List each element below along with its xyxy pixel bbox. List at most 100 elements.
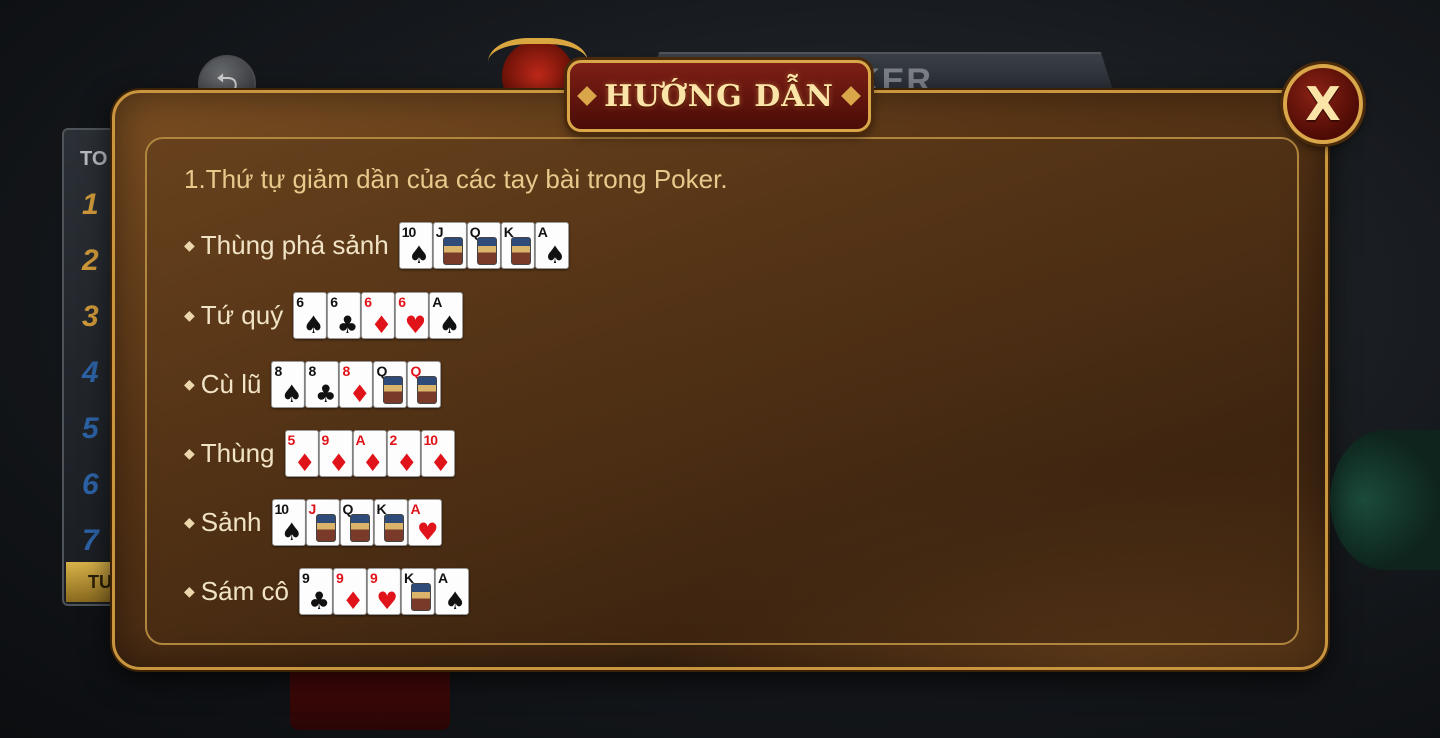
card-rank: A <box>537 224 548 240</box>
playing-card: K <box>500 222 535 269</box>
hand-name: Thùng <box>200 438 275 468</box>
face-card-figure-icon <box>349 514 370 542</box>
playing-card: 9 ♦ <box>332 568 367 615</box>
leaderboard-rank: 5 <box>82 412 99 445</box>
playing-card: 6 ♣ <box>327 292 362 339</box>
bullet-icon: ◆ <box>184 307 195 323</box>
hand-row: ◆ Thùng phá sảnh 10 ♠ J Q K A ♠ <box>184 222 569 269</box>
close-button[interactable]: X <box>1283 64 1363 144</box>
card-suit-icon: ♦ <box>348 380 371 408</box>
card-rank: 8 <box>342 363 350 379</box>
card-group: 9 ♣ 9 ♦ 9 ♥ K A ♠ <box>298 568 469 615</box>
hand-name: Thùng phá sảnh <box>200 230 389 260</box>
bullet-icon: ◆ <box>184 376 195 392</box>
leaderboard-rank: 3 <box>82 300 99 333</box>
playing-card: A ♠ <box>534 222 569 269</box>
playing-card: A ♠ <box>434 568 469 615</box>
hand-row: ◆ Sảnh 10 ♠ J Q K A ♥ <box>184 499 442 546</box>
card-rank: A <box>410 501 421 517</box>
card-rank: 10 <box>401 224 417 240</box>
card-suit-icon: ♠ <box>438 311 461 339</box>
hand-name: Sám cô <box>200 576 289 606</box>
playing-card: 9 ♦ <box>318 430 353 477</box>
leaderboard-rank: 2 <box>82 244 99 277</box>
card-suit-icon: ♦ <box>430 449 452 477</box>
playing-card: Q <box>407 361 442 408</box>
leaderboard-header: TO <box>80 148 108 170</box>
card-rank: 8 <box>308 363 316 379</box>
playing-card: 6 ♠ <box>293 292 328 339</box>
playing-card: Q <box>373 361 408 408</box>
card-suit-icon: ♥ <box>404 311 427 339</box>
face-card-figure-icon <box>410 583 431 611</box>
intro-text: 1.Thứ tự giảm dần của các tay bài trong … <box>184 164 728 194</box>
card-suit-icon: ♠ <box>302 311 325 339</box>
card-rank: A <box>437 570 448 586</box>
card-rank: 9 <box>321 432 330 448</box>
card-group: 10 ♠ J Q K A ♠ <box>398 222 569 269</box>
playing-card: J <box>432 222 467 269</box>
face-card-figure-icon <box>442 237 463 265</box>
face-card-figure-icon <box>315 514 336 542</box>
hand-row: ◆ Cù lũ 8 ♠ 8 ♣ 8 ♦ Q Q <box>184 361 442 408</box>
card-suit-icon: ♠ <box>280 380 303 408</box>
hand-name: Cù lũ <box>200 369 262 399</box>
card-rank: A <box>355 432 366 448</box>
hand-row: ◆ Thùng 5 ♦ 9 ♦ A ♦ 2 ♦ 10 ♦ <box>184 430 455 477</box>
card-rank: 5 <box>287 432 296 448</box>
leaderboard-rank: 4 <box>82 356 99 389</box>
playing-card: K <box>400 568 435 615</box>
card-rank: 2 <box>389 432 398 448</box>
face-card-figure-icon <box>417 376 438 404</box>
hand-row: ◆ Sám cô 9 ♣ 9 ♦ 9 ♥ K A ♠ <box>184 568 469 615</box>
card-suit-icon: ♠ <box>408 241 430 269</box>
leaderboard-rank: 7 <box>82 524 99 557</box>
hand-name: Tứ quý <box>200 300 284 330</box>
card-group: 10 ♠ J Q K A ♥ <box>271 499 442 546</box>
face-card-figure-icon <box>510 237 531 265</box>
card-suit-icon: ♦ <box>370 311 393 339</box>
card-suit-icon: ♦ <box>294 449 316 477</box>
leaderboard-rank: 1 <box>82 188 99 221</box>
playing-card: Q <box>339 499 374 546</box>
card-suit-icon: ♦ <box>396 449 418 477</box>
card-rank: J <box>308 501 317 517</box>
card-suit-icon: ♠ <box>544 241 566 269</box>
face-card-figure-icon <box>383 514 404 542</box>
card-rank: 6 <box>330 294 338 310</box>
card-suit-icon: ♣ <box>336 311 359 339</box>
card-suit-icon: ♥ <box>417 518 439 546</box>
close-icon: X <box>1305 77 1341 131</box>
card-rank: 8 <box>274 363 282 379</box>
bullet-icon: ◆ <box>184 237 195 253</box>
leaderboard-footer: TU <box>66 562 118 602</box>
playing-card: J <box>305 499 340 546</box>
card-suit-icon: ♦ <box>342 587 364 615</box>
dialog-title-plate: HƯỚNG DẪN <box>567 60 871 132</box>
card-suit-icon: ♣ <box>314 380 337 408</box>
card-rank: 6 <box>364 294 372 310</box>
playing-card: 10 ♠ <box>398 222 433 269</box>
playing-card: 6 ♥ <box>395 292 430 339</box>
card-rank: A <box>432 294 442 310</box>
hand-name: Sảnh <box>200 507 262 537</box>
card-suit-icon: ♥ <box>376 587 398 615</box>
card-suit-icon: ♠ <box>444 587 466 615</box>
playing-card: 6 ♦ <box>361 292 396 339</box>
playing-card: A ♦ <box>352 430 387 477</box>
playing-card: A ♥ <box>407 499 442 546</box>
card-rank: 10 <box>274 501 290 517</box>
bullet-icon: ◆ <box>184 583 195 599</box>
playing-card: Q <box>466 222 501 269</box>
card-rank: 9 <box>301 570 310 586</box>
playing-card: A ♠ <box>429 292 464 339</box>
hand-row: ◆ Tứ quý 6 ♠ 6 ♣ 6 ♦ 6 ♥ A ♠ <box>184 292 464 339</box>
card-suit-icon: ♣ <box>308 587 330 615</box>
bullet-icon: ◆ <box>184 514 195 530</box>
face-card-figure-icon <box>383 376 404 404</box>
leaderboard-rank: 6 <box>82 468 99 501</box>
playing-card: 10 ♠ <box>271 499 306 546</box>
card-rank: 6 <box>296 294 304 310</box>
playing-card: 10 ♦ <box>420 430 455 477</box>
card-suit-icon: ♠ <box>281 518 303 546</box>
